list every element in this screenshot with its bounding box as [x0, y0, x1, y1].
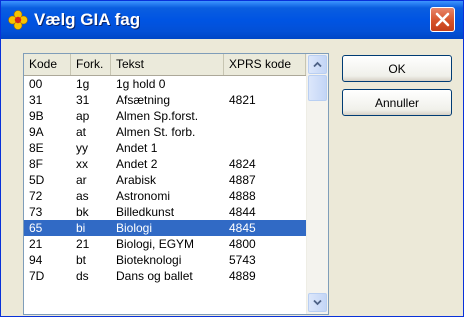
cell-kode: 72	[29, 189, 43, 203]
cell-xprs-kode: 4824	[229, 157, 256, 171]
cell-fork: ar	[76, 173, 87, 187]
list-item[interactable]: 8E yy Andet 1	[24, 140, 306, 156]
cell-xprs-kode	[229, 76, 304, 92]
cell-xprs-kode	[229, 108, 304, 124]
cell-kode: 21	[29, 237, 43, 251]
cell-xprs-kode: 4888	[229, 189, 256, 203]
list-item[interactable]: 21 21 Biologi, EGYM 4800	[24, 236, 306, 252]
cell-xprs-kode: 4889	[229, 269, 256, 283]
cell-tekst: Andet 1	[116, 141, 158, 155]
cell-kode: 31	[29, 93, 43, 107]
list-item[interactable]: 00 1g 1g hold 0	[24, 76, 306, 92]
list-item[interactable]: 5D ar Arabisk 4887	[24, 172, 306, 188]
cell-tekst: Dans og ballet	[116, 269, 193, 283]
chevron-down-icon	[313, 299, 322, 306]
cell-tekst: Almen St. forb.	[116, 125, 196, 139]
chevron-up-icon	[313, 61, 322, 68]
cell-tekst: Astronomi	[116, 189, 171, 203]
cell-tekst: Biologi, EGYM	[116, 237, 195, 251]
cancel-button[interactable]: Annuller	[342, 89, 452, 116]
cell-fork: bi	[76, 221, 86, 235]
list-item[interactable]: 9A at Almen St. forb.	[24, 124, 306, 140]
scroll-up-button[interactable]	[308, 55, 327, 74]
cell-kode: 5D	[29, 173, 45, 187]
flower-icon	[8, 10, 28, 30]
dialog-window: Vælg GIA fag Kode Fork. Tekst XPRS kode …	[0, 0, 464, 317]
cell-fork: as	[76, 189, 89, 203]
cell-tekst: Bioteknologi	[116, 253, 182, 267]
close-button[interactable]	[430, 7, 455, 32]
cell-fork: ds	[76, 269, 89, 283]
list-item[interactable]: 94 bt Bioteknologi 5743	[24, 252, 306, 268]
cell-fork: 1g	[76, 77, 90, 91]
cell-tekst: Almen Sp.forst.	[116, 109, 199, 123]
vertical-scrollbar[interactable]	[306, 54, 328, 314]
cell-kode: 73	[29, 205, 43, 219]
cell-xprs-kode: 4845	[229, 221, 256, 235]
cell-kode: 9B	[29, 109, 44, 123]
cell-tekst: Afsætning	[116, 93, 171, 107]
scroll-down-button[interactable]	[308, 293, 327, 312]
column-header-xprs-kode[interactable]: XPRS kode	[224, 54, 306, 75]
cell-fork: 21	[76, 237, 90, 251]
window-title: Vælg GIA fag	[34, 10, 141, 29]
cell-tekst: Billedkunst	[116, 205, 175, 219]
cell-kode: 94	[29, 253, 43, 267]
cell-kode: 65	[29, 221, 43, 235]
cell-fork: bt	[76, 253, 87, 267]
column-header-fork[interactable]: Fork.	[71, 54, 111, 75]
cell-xprs-kode: 4887	[229, 173, 256, 187]
cell-xprs-kode: 4821	[229, 93, 256, 107]
cell-xprs-kode: 5743	[229, 253, 256, 267]
list-item[interactable]: 73 bk Billedkunst 4844	[24, 204, 306, 220]
cell-tekst: 1g hold 0	[116, 77, 166, 91]
cell-xprs-kode	[229, 140, 304, 156]
list-header: Kode Fork. Tekst XPRS kode	[24, 54, 306, 76]
list-item[interactable]: 72 as Astronomi 4888	[24, 188, 306, 204]
list-item[interactable]: 65 bi Biologi 4845	[24, 220, 306, 236]
cell-fork: 31	[76, 93, 90, 107]
cell-xprs-kode: 4800	[229, 237, 256, 251]
title-bar[interactable]: Vælg GIA fag	[1, 1, 463, 39]
cell-kode: 9A	[29, 125, 44, 139]
list-item[interactable]: 9B ap Almen Sp.forst.	[24, 108, 306, 124]
cell-tekst: Arabisk	[116, 173, 157, 187]
cell-kode: 8E	[29, 141, 44, 155]
cell-fork: ap	[76, 109, 90, 123]
subject-list[interactable]: Kode Fork. Tekst XPRS kode 00 1g 1g hold 0…	[23, 53, 329, 315]
cell-tekst: Andet 2	[116, 157, 158, 171]
cell-fork: yy	[76, 141, 88, 155]
cell-tekst: Biologi	[116, 221, 153, 235]
cell-kode: 8F	[29, 157, 44, 171]
cell-kode: 00	[29, 77, 43, 91]
cell-xprs-kode: 4844	[229, 205, 256, 219]
cell-fork: at	[76, 125, 87, 139]
cell-fork: xx	[76, 157, 88, 171]
cell-kode: 7D	[29, 269, 45, 283]
ok-button[interactable]: OK	[342, 55, 452, 82]
list-item[interactable]: 8F xx Andet 2 4824	[24, 156, 306, 172]
scroll-thumb[interactable]	[308, 75, 327, 101]
list-item[interactable]: 7D ds Dans og ballet 4889	[24, 268, 306, 284]
column-header-tekst[interactable]: Tekst	[111, 54, 224, 75]
column-header-kode[interactable]: Kode	[24, 54, 71, 75]
list-item[interactable]: 31 31 Afsætning 4821	[24, 92, 306, 108]
cell-fork: bk	[76, 205, 89, 219]
close-icon	[435, 12, 450, 27]
cell-xprs-kode	[229, 124, 304, 140]
